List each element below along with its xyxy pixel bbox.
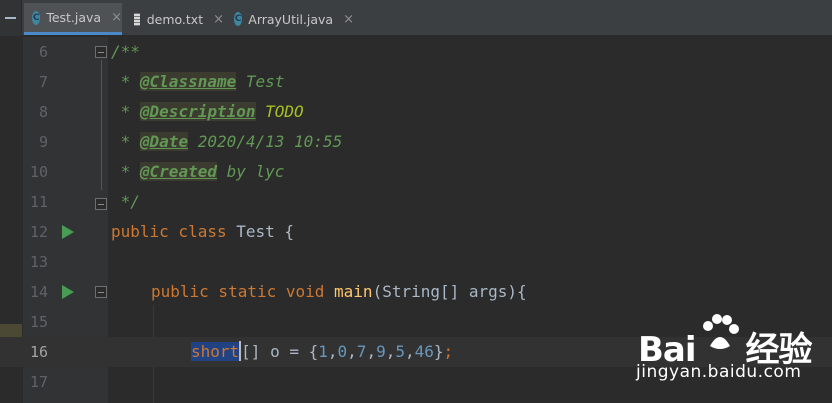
code-line[interactable]: 10 * @Created by lyc bbox=[0, 157, 832, 187]
fold-icon[interactable] bbox=[95, 198, 107, 210]
tab-label: Test.java bbox=[46, 10, 102, 25]
line-number: 6 bbox=[38, 43, 48, 61]
line-number: 13 bbox=[29, 253, 48, 271]
selected-text: short bbox=[191, 342, 240, 361]
line-number: 11 bbox=[29, 193, 48, 211]
code-line[interactable]: 14 public static void main(String[] args… bbox=[0, 277, 832, 307]
run-icon[interactable] bbox=[62, 285, 74, 299]
fold-icon[interactable] bbox=[95, 286, 107, 298]
line-number: 16 bbox=[29, 343, 48, 361]
code-line[interactable]: 6 /** bbox=[0, 37, 832, 67]
baidu-watermark: Bai 经验 jingyan.baidu.com bbox=[628, 310, 828, 400]
line-number: 7 bbox=[38, 73, 48, 91]
java-class-icon: C bbox=[234, 12, 243, 26]
code-line[interactable]: 9 * @Date 2020/4/13 10:55 bbox=[0, 127, 832, 157]
tab-demo-txt[interactable]: demo.txt × bbox=[126, 4, 224, 34]
code-line[interactable]: 13 bbox=[0, 247, 832, 277]
code-line[interactable]: 8 * @Description TODO bbox=[0, 97, 832, 127]
tab-label: demo.txt bbox=[146, 11, 204, 27]
minus-icon bbox=[5, 17, 16, 19]
tab-arrayutil-java[interactable]: C ArrayUtil.java × bbox=[226, 4, 354, 34]
run-icon[interactable] bbox=[62, 225, 74, 239]
code-line[interactable]: 11 */ bbox=[0, 187, 832, 217]
close-icon[interactable]: × bbox=[343, 12, 354, 27]
close-icon[interactable]: × bbox=[111, 10, 122, 25]
code-text[interactable]: short[] o = {1,0,7,9,5,46}; bbox=[191, 337, 453, 367]
code-text[interactable]: public static void main(String[] args){ bbox=[151, 277, 527, 307]
paw-icon bbox=[703, 314, 739, 349]
watermark-url: jingyan.baidu.com bbox=[636, 362, 802, 382]
line-number: 15 bbox=[29, 313, 48, 331]
line-number: 17 bbox=[29, 373, 48, 391]
fold-icon[interactable] bbox=[95, 46, 107, 58]
code-text[interactable]: public class Test { bbox=[111, 217, 294, 247]
code-text[interactable]: * @Description TODO bbox=[111, 97, 304, 127]
code-line[interactable]: 7 * @Classname Test bbox=[0, 67, 832, 97]
code-text[interactable]: * @Date 2020/4/13 10:55 bbox=[111, 127, 342, 157]
code-text[interactable]: */ bbox=[111, 187, 140, 217]
code-text[interactable]: * @Created by lyc bbox=[111, 157, 284, 187]
line-number: 8 bbox=[38, 103, 48, 121]
java-class-icon: C bbox=[32, 10, 41, 25]
code-text[interactable]: /** bbox=[111, 37, 140, 67]
close-icon[interactable]: × bbox=[213, 12, 224, 27]
editor-tab-bar: C Test.java × demo.txt × C ArrayUtil.jav… bbox=[0, 0, 832, 36]
line-number: 10 bbox=[29, 163, 48, 181]
line-number: 14 bbox=[29, 283, 48, 301]
tab-label: ArrayUtil.java bbox=[248, 11, 334, 27]
code-line[interactable]: 12 public class Test { bbox=[0, 217, 832, 247]
tool-window-collapse-button[interactable] bbox=[0, 0, 22, 36]
line-number: 12 bbox=[29, 223, 48, 241]
code-text[interactable]: * @Classname Test bbox=[111, 67, 284, 97]
text-file-icon bbox=[134, 12, 140, 26]
tab-test-java[interactable]: C Test.java × bbox=[24, 3, 122, 35]
line-number: 9 bbox=[38, 133, 48, 151]
